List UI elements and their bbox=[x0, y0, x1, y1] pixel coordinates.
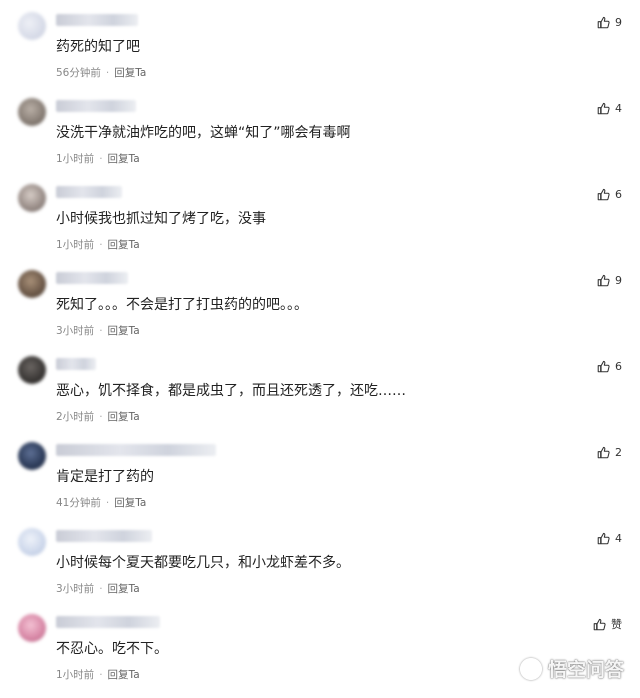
comment-meta: 1小时前 · 回复Ta bbox=[56, 667, 140, 682]
separator-dot: · bbox=[99, 239, 103, 251]
thumbs-up-icon bbox=[593, 618, 606, 631]
comment-meta: 1小时前 · 回复Ta bbox=[56, 237, 140, 252]
reply-link[interactable]: 回复Ta bbox=[108, 325, 140, 337]
avatar[interactable] bbox=[18, 442, 46, 470]
comment-time: 3小时前 bbox=[56, 325, 95, 337]
comment-meta: 2小时前 · 回复Ta bbox=[56, 409, 140, 424]
like-count: 9 bbox=[615, 15, 622, 29]
comment-time: 1小时前 bbox=[56, 669, 95, 681]
comment-time: 2小时前 bbox=[56, 411, 95, 423]
like-button[interactable]: 6 bbox=[597, 358, 622, 374]
like-count: 6 bbox=[615, 187, 622, 201]
separator-dot: · bbox=[99, 153, 103, 165]
like-count: 4 bbox=[615, 101, 622, 115]
comment-text: 小时候每个夏天都要吃几只，和小龙虾差不多。 bbox=[56, 555, 350, 571]
comment-meta: 3小时前 · 回复Ta bbox=[56, 581, 140, 596]
comment-meta: 3小时前 · 回复Ta bbox=[56, 323, 140, 338]
like-button[interactable]: 4 bbox=[597, 100, 622, 116]
like-button[interactable]: 9 bbox=[597, 272, 622, 288]
reply-link[interactable]: 回复Ta bbox=[108, 669, 140, 681]
username-blurred[interactable] bbox=[56, 186, 122, 198]
separator-dot: · bbox=[99, 669, 103, 681]
comment-item: 恶心，饥不择食，都是成虫了，而且还死透了，还吃…… 2小时前 · 回复Ta 6 bbox=[0, 354, 640, 440]
comment-item: 肯定是打了药的 41分钟前 · 回复Ta 2 bbox=[0, 440, 640, 526]
comment-item: 死知了。。。不会是打了打虫药的的吧。。。 3小时前 · 回复Ta 9 bbox=[0, 268, 640, 354]
reply-link[interactable]: 回复Ta bbox=[108, 411, 140, 423]
comment-meta: 41分钟前 · 回复Ta bbox=[56, 495, 146, 510]
wukong-logo-icon bbox=[519, 657, 542, 680]
comment-time: 41分钟前 bbox=[56, 497, 101, 509]
separator-dot: · bbox=[99, 325, 103, 337]
comment-text: 没洗干净就油炸吃的吧，这蝉“知了”哪会有毒啊 bbox=[56, 125, 351, 141]
like-button[interactable]: 4 bbox=[597, 530, 622, 546]
separator-dot: · bbox=[99, 583, 103, 595]
username-blurred[interactable] bbox=[56, 100, 136, 112]
like-count: 6 bbox=[615, 359, 622, 373]
comment-time: 1小时前 bbox=[56, 153, 95, 165]
thumbs-up-icon bbox=[597, 532, 610, 545]
username-blurred[interactable] bbox=[56, 14, 138, 26]
comment-meta: 1小时前 · 回复Ta bbox=[56, 151, 140, 166]
like-count: 2 bbox=[615, 445, 622, 459]
avatar[interactable] bbox=[18, 356, 46, 384]
thumbs-up-icon bbox=[597, 274, 610, 287]
comment-text: 肯定是打了药的 bbox=[56, 469, 154, 485]
reply-link[interactable]: 回复Ta bbox=[108, 583, 140, 595]
comment-item: 小时候我也抓过知了烤了吃，没事 1小时前 · 回复Ta 6 bbox=[0, 182, 640, 268]
reply-link[interactable]: 回复Ta bbox=[114, 497, 146, 509]
comment-text: 药死的知了吧 bbox=[56, 39, 140, 55]
comment-text: 死知了。。。不会是打了打虫药的的吧。。。 bbox=[56, 297, 308, 313]
username-blurred[interactable] bbox=[56, 616, 160, 628]
reply-link[interactable]: 回复Ta bbox=[114, 67, 146, 79]
like-count: 赞 bbox=[611, 618, 622, 631]
like-button[interactable]: 9 bbox=[597, 14, 622, 30]
like-button[interactable]: 6 bbox=[597, 186, 622, 202]
comment-item: 没洗干净就油炸吃的吧，这蝉“知了”哪会有毒啊 1小时前 · 回复Ta 4 bbox=[0, 96, 640, 182]
avatar[interactable] bbox=[18, 528, 46, 556]
like-count: 4 bbox=[615, 531, 622, 545]
comment-time: 56分钟前 bbox=[56, 67, 101, 79]
like-button[interactable]: 2 bbox=[597, 444, 622, 460]
comment-item: 小时候每个夏天都要吃几只，和小龙虾差不多。 3小时前 · 回复Ta 4 bbox=[0, 526, 640, 612]
thumbs-up-icon bbox=[597, 188, 610, 201]
comment-time: 3小时前 bbox=[56, 583, 95, 595]
separator-dot: · bbox=[105, 67, 110, 79]
watermark: 悟空问答 bbox=[519, 655, 624, 682]
username-blurred[interactable] bbox=[56, 444, 216, 456]
username-blurred[interactable] bbox=[56, 530, 152, 542]
separator-dot: · bbox=[99, 411, 103, 423]
reply-link[interactable]: 回复Ta bbox=[108, 153, 140, 165]
thumbs-up-icon bbox=[597, 16, 610, 29]
like-button[interactable]: 赞 bbox=[593, 616, 622, 632]
username-blurred[interactable] bbox=[56, 272, 128, 284]
avatar[interactable] bbox=[18, 98, 46, 126]
comment-item: 药死的知了吧 56分钟前 · 回复Ta 9 bbox=[0, 10, 640, 96]
like-count: 9 bbox=[615, 273, 622, 287]
comment-time: 1小时前 bbox=[56, 239, 95, 251]
thumbs-up-icon bbox=[597, 446, 610, 459]
avatar[interactable] bbox=[18, 12, 46, 40]
comment-meta: 56分钟前 · 回复Ta bbox=[56, 65, 146, 80]
comment-text: 不忍心。吃不下。 bbox=[56, 641, 168, 657]
comment-text: 小时候我也抓过知了烤了吃，没事 bbox=[56, 211, 266, 227]
comment-text: 恶心，饥不择食，都是成虫了，而且还死透了，还吃…… bbox=[56, 383, 406, 399]
avatar[interactable] bbox=[18, 270, 46, 298]
thumbs-up-icon bbox=[597, 360, 610, 373]
username-blurred[interactable] bbox=[56, 358, 96, 370]
avatar[interactable] bbox=[18, 184, 46, 212]
reply-link[interactable]: 回复Ta bbox=[108, 239, 140, 251]
separator-dot: · bbox=[105, 497, 110, 509]
avatar[interactable] bbox=[18, 614, 46, 642]
thumbs-up-icon bbox=[597, 102, 610, 115]
watermark-text: 悟空问答 bbox=[547, 659, 624, 681]
